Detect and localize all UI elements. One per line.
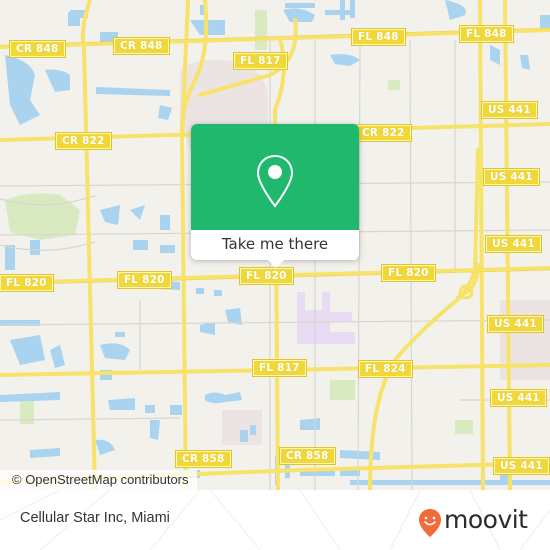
airport-area bbox=[297, 292, 355, 344]
road-label-cr848: CR 848 bbox=[9, 40, 66, 58]
park-area bbox=[330, 380, 355, 400]
road-label-us441: US 441 bbox=[485, 235, 542, 253]
road-label-cr822: CR 822 bbox=[355, 124, 412, 142]
road-label-fl820: FL 820 bbox=[381, 264, 436, 282]
road-label-fl848: FL 848 bbox=[459, 25, 514, 43]
road-label-us441: US 441 bbox=[493, 457, 550, 475]
destination-popup: Take me there bbox=[191, 124, 359, 268]
map-attribution[interactable]: © OpenStreetMap contributors bbox=[0, 470, 197, 490]
road-label-us441: US 441 bbox=[490, 389, 547, 407]
popup-pointer bbox=[267, 259, 285, 268]
road-label-cr858: CR 858 bbox=[279, 447, 336, 465]
road-label-fl848: FL 848 bbox=[351, 28, 406, 46]
road-label-us441: US 441 bbox=[483, 168, 540, 186]
location-pin-icon bbox=[256, 154, 294, 208]
road-label-us441: US 441 bbox=[481, 101, 538, 119]
road-label-fl817: FL 817 bbox=[252, 359, 307, 377]
road-label-us441: US 441 bbox=[487, 315, 544, 333]
road-label-cr848: CR 848 bbox=[113, 37, 170, 55]
moovit-pin-icon bbox=[419, 509, 441, 537]
map[interactable]: CR 848 CR 848 FL 848 FL 848 FL 817 CR 82… bbox=[0, 0, 550, 490]
place-name: Cellular Star Inc, Miami bbox=[20, 510, 170, 526]
road-label-fl820: FL 820 bbox=[117, 271, 172, 289]
park-area bbox=[455, 420, 473, 434]
park-area bbox=[5, 193, 80, 240]
park-area bbox=[20, 400, 34, 424]
road-label-fl820: FL 820 bbox=[239, 267, 294, 285]
take-me-there-button[interactable]: Take me there bbox=[191, 230, 359, 260]
road-label-cr822: CR 822 bbox=[55, 132, 112, 150]
park-area bbox=[388, 80, 400, 90]
park-area bbox=[255, 10, 267, 50]
popup-header bbox=[191, 124, 359, 230]
road-label-fl824: FL 824 bbox=[358, 360, 413, 378]
road-label-cr858: CR 858 bbox=[175, 450, 232, 468]
road-label-fl820: FL 820 bbox=[0, 274, 54, 292]
moovit-wordmark: moovit bbox=[444, 505, 528, 534]
road-label-fl817: FL 817 bbox=[233, 52, 288, 70]
